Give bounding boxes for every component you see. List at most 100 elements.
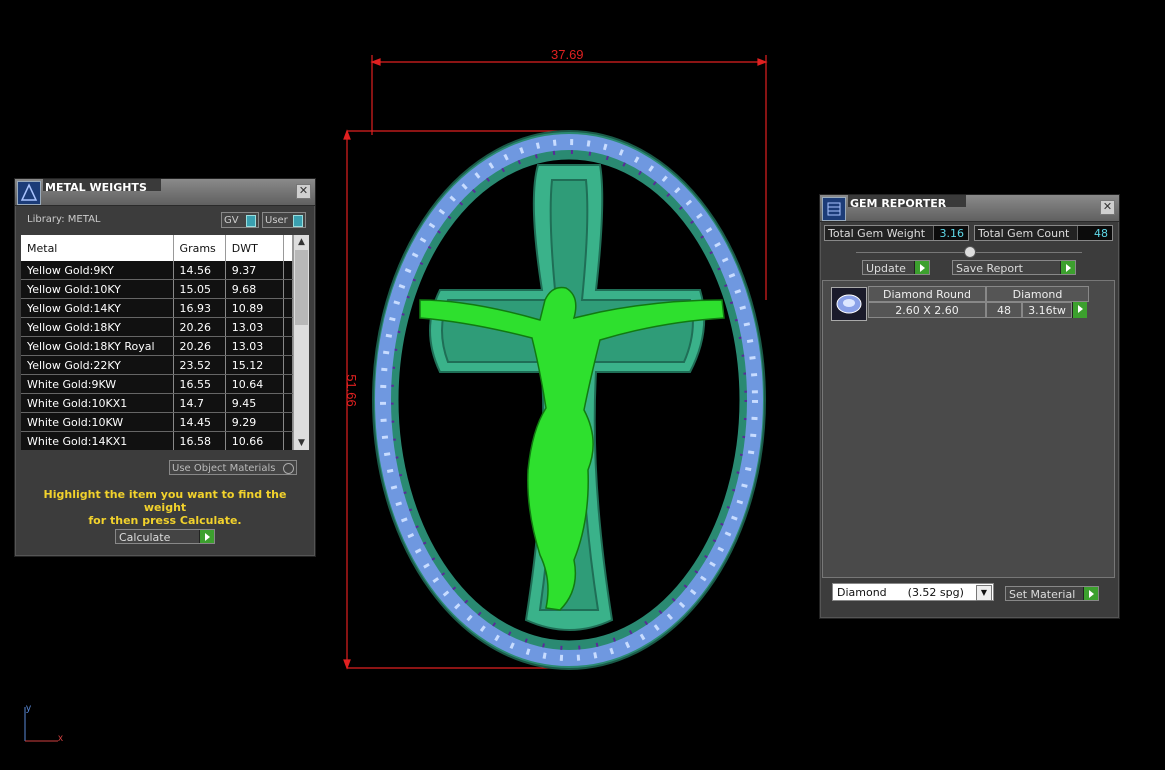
cell-spacer [283, 261, 294, 280]
user-toggle-label: User [265, 215, 288, 226]
cell-grams: 14.56 [173, 261, 226, 280]
cell-spacer [283, 336, 294, 356]
total-gem-weight-field: Total Gem Weight 3.16 [824, 225, 969, 241]
cell-spacer [283, 393, 294, 413]
gv-toggle-knob [246, 215, 256, 227]
cell-metal: Yellow Gold:9KY [21, 261, 174, 280]
cell-grams: 20.26 [173, 336, 226, 356]
update-button[interactable]: Update [862, 260, 930, 275]
scroll-up-icon[interactable]: ▲ [294, 235, 309, 249]
column-header-grams[interactable]: Grams [173, 235, 226, 261]
diamond-thumbnail-icon[interactable] [831, 287, 867, 321]
gem-count-cell[interactable]: 48 [986, 302, 1022, 318]
cell-metal: Yellow Gold:10KY [21, 279, 174, 299]
table-row[interactable]: Yellow Gold:18KY Royal 20.26 13.03 [21, 336, 294, 356]
gem-slider-knob[interactable] [964, 246, 976, 258]
axis-x-label: x [58, 733, 63, 744]
gv-toggle-label: GV [224, 215, 239, 226]
metal-weights-icon [17, 181, 41, 205]
table-row[interactable]: Yellow Gold:14KY 16.93 10.89 [21, 298, 294, 318]
cell-spacer [283, 279, 294, 299]
radio-icon[interactable] [283, 463, 294, 474]
cell-dwt: 15.12 [225, 355, 284, 375]
cell-spacer [283, 412, 294, 432]
cell-dwt: 9.68 [225, 279, 284, 299]
gem-select-button[interactable] [1072, 302, 1087, 318]
set-material-button[interactable]: Set Material [1005, 586, 1099, 601]
gem-reporter-title: GEM REPORTER [850, 197, 947, 210]
gem-reporter-icon [822, 197, 846, 221]
cell-spacer [283, 317, 294, 337]
cell-metal: Yellow Gold:14KY [21, 298, 174, 318]
gem-reporter-panel: GEM REPORTER ✕ Total Gem Weight 3.16 Tot… [819, 194, 1120, 619]
cell-grams: 20.26 [173, 317, 226, 337]
cell-grams: 16.93 [173, 298, 226, 318]
gv-toggle[interactable]: GV [221, 212, 259, 228]
cell-dwt: 10.66 [225, 431, 284, 450]
table-row[interactable]: White Gold:10KX1 14.7 9.45 [21, 393, 294, 413]
play-arrow-icon [1060, 261, 1075, 274]
gem-reporter-titlebar[interactable]: GEM REPORTER ✕ [820, 195, 1119, 222]
metal-weights-table[interactable]: Metal Grams DWT Yellow Gold:9KY 14.56 9.37… [21, 235, 309, 450]
metal-rows: Yellow Gold:9KY 14.56 9.37 Yellow Gold:10KY… [21, 261, 294, 450]
total-gem-count-label: Total Gem Count [978, 227, 1070, 240]
material-select[interactable]: Diamond (3.52 spg) ▼ [832, 583, 994, 601]
scroll-thumb[interactable] [295, 250, 308, 325]
calculate-button-label: Calculate [119, 531, 171, 544]
chevron-down-icon[interactable]: ▼ [976, 585, 992, 601]
close-icon[interactable]: ✕ [1100, 200, 1115, 215]
cell-metal: White Gold:10KW [21, 412, 174, 432]
cell-dwt: 13.03 [225, 336, 284, 356]
material-select-value: Diamond (3.52 spg) [837, 586, 964, 599]
cell-grams: 14.45 [173, 412, 226, 432]
gem-list[interactable]: Diamond Round Diamond 2.60 X 2.60 48 3.1… [822, 280, 1115, 578]
table-row[interactable]: White Gold:10KW 14.45 9.29 [21, 412, 294, 432]
calculate-button[interactable]: Calculate [115, 529, 215, 544]
cell-dwt: 10.89 [225, 298, 284, 318]
metal-weights-title: METAL WEIGHTS [45, 181, 147, 194]
cell-dwt: 9.29 [225, 412, 284, 432]
table-row[interactable]: White Gold:14KX1 16.58 10.66 [21, 431, 294, 450]
cell-metal: Yellow Gold:22KY [21, 355, 174, 375]
play-arrow-icon [1072, 302, 1087, 318]
gem-shape-cell[interactable]: Diamond Round [868, 286, 986, 302]
gem-size-cell[interactable]: 2.60 X 2.60 [868, 302, 986, 318]
scroll-down-icon[interactable]: ▼ [294, 436, 309, 450]
table-row[interactable]: Yellow Gold:10KY 15.05 9.68 [21, 279, 294, 299]
width-dimension-label: 37.69 [551, 47, 584, 62]
table-row[interactable]: Yellow Gold:18KY 20.26 13.03 [21, 317, 294, 337]
table-row[interactable]: Yellow Gold:9KY 14.56 9.37 [21, 261, 294, 280]
total-gem-count-field: Total Gem Count 48 [974, 225, 1113, 241]
cell-dwt: 13.03 [225, 317, 284, 337]
column-header-dwt[interactable]: DWT [225, 235, 284, 261]
total-gem-count-value: 48 [1077, 226, 1112, 240]
play-arrow-icon [199, 530, 214, 543]
metal-weights-panel: METAL WEIGHTS ✕ Library: METAL GV User M… [14, 178, 316, 557]
cell-dwt: 9.37 [225, 261, 284, 280]
gem-material-cell[interactable]: Diamond [986, 286, 1089, 302]
table-row[interactable]: White Gold:9KW 16.55 10.64 [21, 374, 294, 394]
metal-weights-titlebar[interactable]: METAL WEIGHTS ✕ [15, 179, 315, 206]
play-arrow-icon [1083, 587, 1098, 600]
column-header-spacer [283, 235, 294, 261]
column-header-metal[interactable]: Metal [21, 235, 174, 261]
cell-metal: White Gold:10KX1 [21, 393, 174, 413]
user-toggle[interactable]: User [262, 212, 306, 228]
cell-dwt: 10.64 [225, 374, 284, 394]
user-toggle-knob [293, 215, 303, 227]
instruction-line-1: Highlight the item you want to find the … [43, 488, 287, 514]
instruction-text: Highlight the item you want to find the … [25, 488, 305, 527]
cell-metal: White Gold:14KX1 [21, 431, 174, 450]
use-object-materials-option[interactable]: Use Object Materials [169, 460, 297, 475]
save-report-button[interactable]: Save Report [952, 260, 1076, 275]
table-header: Metal Grams DWT [21, 235, 294, 261]
cell-spacer [283, 355, 294, 375]
close-icon[interactable]: ✕ [296, 184, 311, 199]
cell-spacer [283, 431, 294, 450]
metal-table-scrollbar[interactable]: ▲ ▼ [293, 235, 309, 450]
save-report-button-label: Save Report [956, 262, 1023, 275]
cell-grams: 16.55 [173, 374, 226, 394]
gem-weight-cell[interactable]: 3.16tw [1022, 302, 1072, 318]
cell-spacer [283, 298, 294, 318]
table-row[interactable]: Yellow Gold:22KY 23.52 15.12 [21, 355, 294, 375]
